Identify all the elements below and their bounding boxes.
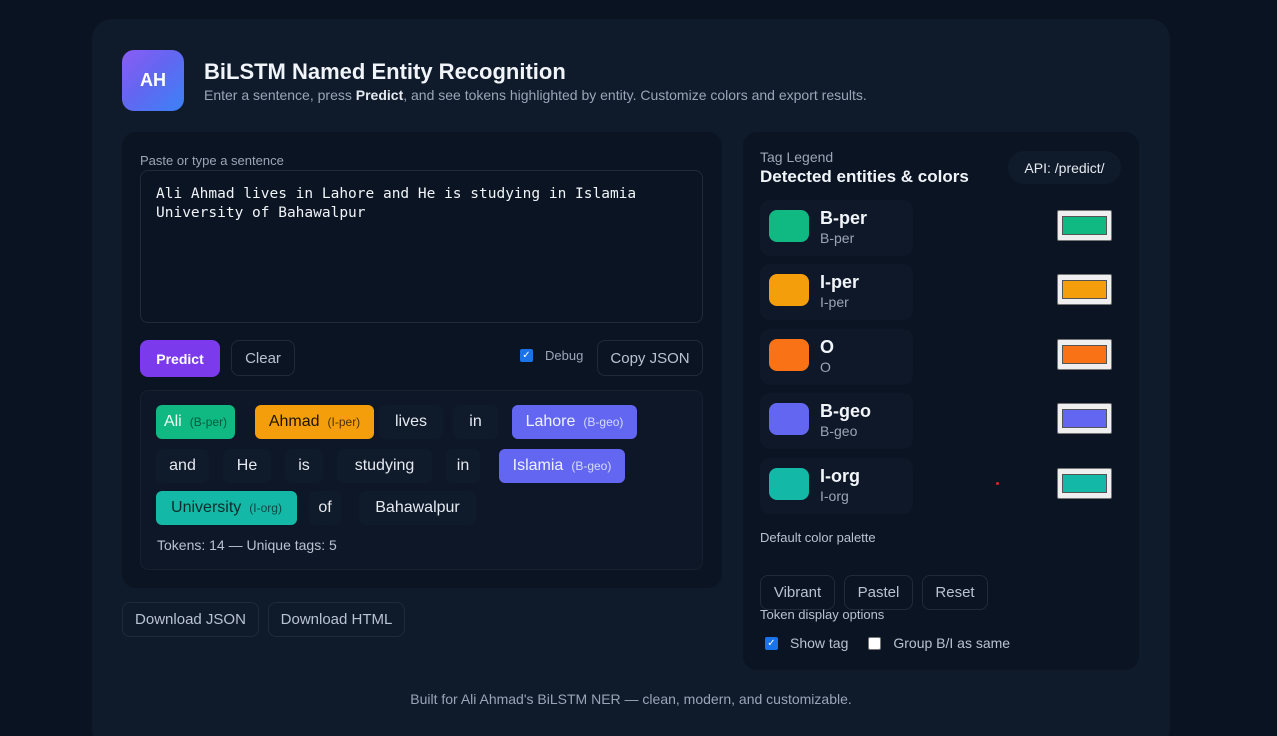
legend-tag-name: O: [820, 337, 835, 357]
token-chip[interactable]: is: [285, 449, 323, 483]
vibrant-palette-button[interactable]: Vibrant: [760, 575, 835, 610]
legend-tag-sub: B-per: [820, 230, 855, 246]
token-chip[interactable]: University (I-org): [156, 491, 297, 525]
token-text: studying: [354, 457, 415, 474]
legend-swatch: [769, 468, 809, 500]
debug-label: Debug: [545, 348, 584, 363]
logo-avatar: AH: [122, 50, 184, 111]
color-picker-swatch: [1062, 345, 1107, 364]
token-chip[interactable]: Ahmad (I-per): [255, 405, 374, 439]
token-chip[interactable]: Islamia (B-geo): [499, 449, 625, 483]
api-endpoint-badge: API: /predict/: [1008, 151, 1121, 184]
legend-item-i-per: I-per I-per: [760, 264, 1121, 320]
token-chip[interactable]: studying: [337, 449, 432, 483]
palette-label: Default color palette: [760, 530, 876, 545]
legend-tag-name: I-org: [820, 466, 860, 486]
token-chip[interactable]: He: [223, 449, 271, 483]
token-summary: Tokens: 14 — Unique tags: 5: [157, 537, 337, 553]
display-options: ✓ Show tag Group B/I as same: [765, 635, 1010, 651]
color-picker[interactable]: [1057, 274, 1112, 305]
debug-checkbox[interactable]: ✓: [520, 349, 533, 362]
legend-item-b-per: B-per B-per: [760, 200, 1121, 256]
group-bi-checkbox[interactable]: [868, 636, 882, 650]
legend-small-label: Tag Legend: [760, 149, 834, 165]
token-chip[interactable]: in: [453, 405, 498, 439]
legend-swatch: [769, 210, 809, 242]
token-tag: (I-per): [327, 415, 361, 429]
token-text: Bahawalpur: [375, 499, 460, 516]
token-tag: (B-per): [189, 415, 228, 429]
token-output: Ali (B-per) Ahmad (I-per) lives in Lahore (B-ge…: [140, 390, 703, 570]
pastel-palette-button[interactable]: Pastel: [844, 575, 913, 610]
download-html-button[interactable]: Download HTML: [268, 602, 405, 637]
token-text: in: [456, 457, 470, 474]
legend-tag-sub: B-geo: [820, 423, 858, 439]
copy-json-button[interactable]: Copy JSON: [597, 340, 703, 376]
token-tag: (I-org): [249, 501, 282, 515]
legend-swatch: [769, 274, 809, 306]
token-text: University: [171, 499, 242, 516]
token-chip[interactable]: in: [446, 449, 480, 483]
input-panel: Paste or type a sentence Predict Clear ✓…: [122, 132, 722, 588]
subtitle-text-before: Enter a sentence, press: [204, 87, 356, 103]
legend-tag-sub: I-per: [820, 294, 849, 310]
sentence-input-label: Paste or type a sentence: [140, 153, 284, 168]
token-chip[interactable]: lives: [379, 405, 443, 439]
token-text: Ali: [163, 413, 182, 430]
legend-tag-name: B-per: [820, 208, 868, 228]
legend-tag-name: I-per: [820, 272, 860, 292]
page-subtitle: Enter a sentence, press Predict, and see…: [204, 87, 867, 103]
legend-title: Detected entities & colors: [760, 167, 969, 186]
legend-item-b-geo: B-geo B-geo: [760, 393, 1121, 449]
subtitle-text-after: , and see tokens highlighted by entity. …: [403, 87, 867, 103]
color-picker[interactable]: [1057, 339, 1112, 370]
token-tag: (B-geo): [583, 415, 624, 429]
token-text: Islamia: [512, 457, 564, 474]
color-picker-swatch: [1062, 280, 1107, 299]
legend-tag-name: B-geo: [820, 401, 871, 421]
group-bi-label: Group B/I as same: [893, 635, 1011, 651]
token-chip[interactable]: of: [309, 491, 341, 525]
legend-swatch: [769, 403, 809, 435]
token-text: Ahmad: [268, 413, 320, 430]
legend-swatch: [769, 339, 809, 371]
token-text: in: [469, 413, 482, 430]
color-picker[interactable]: [1057, 403, 1112, 434]
show-tag-checkbox[interactable]: ✓: [765, 636, 778, 650]
page-title: BiLSTM Named Entity Recognition: [204, 59, 566, 84]
legend-item-o: OO: [760, 329, 1121, 385]
predict-button[interactable]: Predict: [140, 340, 220, 377]
color-picker-swatch: [1062, 474, 1107, 493]
token-chip[interactable]: Lahore (B-geo): [512, 405, 637, 439]
download-json-button[interactable]: Download JSON: [122, 602, 259, 637]
color-picker[interactable]: [1057, 210, 1112, 241]
token-chip[interactable]: and: [156, 449, 209, 483]
color-picker[interactable]: [1057, 468, 1112, 499]
legend-tag-sub: I-org: [820, 488, 849, 504]
token-chip[interactable]: Ali (B-per): [156, 405, 235, 439]
debug-toggle[interactable]: ✓ Debug: [520, 348, 583, 363]
subtitle-bold-predict: Predict: [355, 87, 404, 103]
sentence-input[interactable]: [140, 170, 703, 323]
clear-button[interactable]: Clear: [231, 340, 295, 376]
token-text: of: [318, 499, 332, 516]
color-picker-swatch: [1062, 409, 1107, 428]
display-options-label: Token display options: [760, 607, 885, 622]
reset-palette-button[interactable]: Reset: [922, 575, 988, 610]
footer-text: Built for Ali Ahmad's BiLSTM NER — clean…: [410, 691, 852, 707]
token-chip[interactable]: Bahawalpur: [359, 491, 476, 525]
status-dot: [996, 482, 999, 485]
legend-item-i-org: I-org I-org: [760, 458, 1121, 514]
token-text: and: [169, 457, 196, 474]
color-picker-swatch: [1062, 216, 1107, 235]
token-text: Lahore: [525, 413, 576, 430]
legend-tag-sub: O: [820, 359, 831, 375]
legend-panel: Tag Legend Detected entities & colors AP…: [743, 132, 1139, 670]
token-text: is: [298, 457, 310, 474]
token-text: lives: [394, 413, 427, 430]
main-card: AH BiLSTM Named Entity Recognition Enter…: [92, 19, 1170, 736]
show-tag-label: Show tag: [790, 635, 849, 651]
token-tag: (B-geo): [571, 459, 612, 473]
token-text: He: [236, 457, 258, 474]
